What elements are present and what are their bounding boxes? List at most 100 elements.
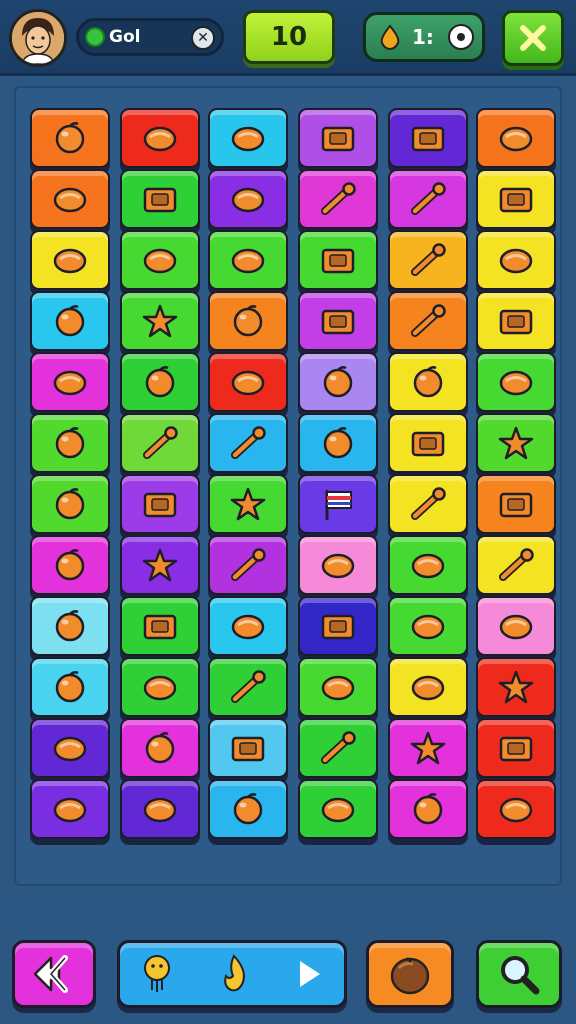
game-tile[interactable] [388, 779, 468, 839]
game-tile[interactable] [388, 413, 468, 473]
game-tile[interactable] [476, 596, 556, 656]
plum-icon [55, 305, 85, 337]
game-tile[interactable] [30, 596, 110, 656]
game-tile[interactable] [298, 718, 378, 778]
clear-name-icon[interactable]: ✕ [191, 26, 215, 50]
game-tile[interactable] [388, 352, 468, 412]
lemon-icon [323, 427, 353, 459]
game-tile[interactable] [476, 413, 556, 473]
game-tile[interactable] [388, 535, 468, 595]
game-tile[interactable] [30, 779, 110, 839]
game-tile[interactable] [476, 230, 556, 290]
game-tile[interactable] [120, 291, 200, 351]
game-tile[interactable] [476, 657, 556, 717]
player-name-field[interactable]: Gol ✕ [76, 18, 224, 56]
game-tile[interactable] [208, 474, 288, 534]
game-tile[interactable] [30, 413, 110, 473]
game-tile[interactable] [208, 718, 288, 778]
game-tile[interactable] [388, 474, 468, 534]
game-tile[interactable] [298, 535, 378, 595]
back-button[interactable] [12, 940, 96, 1008]
search-button[interactable] [476, 940, 562, 1008]
game-tile[interactable] [120, 108, 200, 168]
close-button[interactable] [502, 10, 564, 66]
game-tile[interactable] [388, 169, 468, 229]
game-tile[interactable] [30, 474, 110, 534]
game-tile[interactable] [298, 108, 378, 168]
player-avatar[interactable] [9, 9, 67, 67]
game-tile[interactable] [120, 596, 200, 656]
game-tile[interactable] [208, 352, 288, 412]
game-tile[interactable] [298, 291, 378, 351]
game-tile[interactable] [120, 474, 200, 534]
stones-icon [143, 248, 177, 274]
game-tile[interactable] [120, 169, 200, 229]
game-tile[interactable] [120, 718, 200, 778]
game-tile[interactable] [30, 291, 110, 351]
game-tile[interactable] [208, 657, 288, 717]
bowling-ball-icon [499, 126, 533, 152]
game-tile[interactable] [298, 230, 378, 290]
camera-icon [499, 736, 533, 762]
game-tile[interactable] [30, 352, 110, 412]
flame-icon[interactable] [217, 952, 251, 996]
coin-drop-icon [380, 24, 400, 50]
game-tile[interactable] [476, 352, 556, 412]
game-tile[interactable] [476, 291, 556, 351]
play-controls-bar[interactable] [117, 940, 347, 1008]
game-tile[interactable] [208, 291, 288, 351]
game-tile[interactable] [298, 596, 378, 656]
game-tile[interactable] [208, 779, 288, 839]
game-tile[interactable] [388, 657, 468, 717]
game-tile[interactable] [120, 413, 200, 473]
game-tile[interactable] [30, 169, 110, 229]
game-tile[interactable] [476, 779, 556, 839]
game-tile[interactable] [476, 169, 556, 229]
green-apple-icon [55, 488, 85, 520]
game-tile[interactable] [298, 352, 378, 412]
play-icon[interactable] [294, 957, 324, 991]
meat-icon [53, 248, 87, 274]
game-tile[interactable] [298, 657, 378, 717]
lemon-icon [233, 793, 263, 825]
game-tile[interactable] [120, 535, 200, 595]
game-tile[interactable] [208, 169, 288, 229]
apple-icon [55, 671, 85, 703]
game-tile[interactable] [120, 352, 200, 412]
game-tile[interactable] [298, 779, 378, 839]
game-tile[interactable] [208, 230, 288, 290]
game-tile[interactable] [120, 230, 200, 290]
game-tile[interactable] [30, 230, 110, 290]
gear-icon [142, 548, 178, 582]
bulb-icon[interactable] [140, 952, 174, 996]
game-tile[interactable] [388, 291, 468, 351]
game-tile[interactable] [120, 657, 200, 717]
game-tile[interactable] [476, 108, 556, 168]
game-tile[interactable] [208, 535, 288, 595]
game-tile[interactable] [208, 596, 288, 656]
game-tile[interactable] [30, 108, 110, 168]
game-tile[interactable] [208, 413, 288, 473]
marshmallow-icon [53, 370, 87, 396]
game-tile[interactable] [388, 718, 468, 778]
game-tile[interactable] [388, 230, 468, 290]
carrot-icon [143, 797, 177, 823]
frame-icon [499, 309, 533, 335]
game-tile[interactable] [388, 596, 468, 656]
game-tile[interactable] [298, 169, 378, 229]
coconut-icon [390, 957, 430, 995]
game-tile[interactable] [30, 657, 110, 717]
pear-icon [231, 187, 265, 213]
game-tile[interactable] [476, 474, 556, 534]
game-tile[interactable] [298, 413, 378, 473]
game-tile[interactable] [208, 108, 288, 168]
game-tile[interactable] [30, 535, 110, 595]
game-tile[interactable] [476, 535, 556, 595]
game-tile[interactable] [30, 718, 110, 778]
game-tile[interactable] [298, 474, 378, 534]
gear-icon[interactable] [448, 24, 474, 50]
game-tile[interactable] [120, 779, 200, 839]
game-tile[interactable] [476, 718, 556, 778]
game-tile[interactable] [388, 108, 468, 168]
hint-button[interactable] [366, 940, 454, 1008]
